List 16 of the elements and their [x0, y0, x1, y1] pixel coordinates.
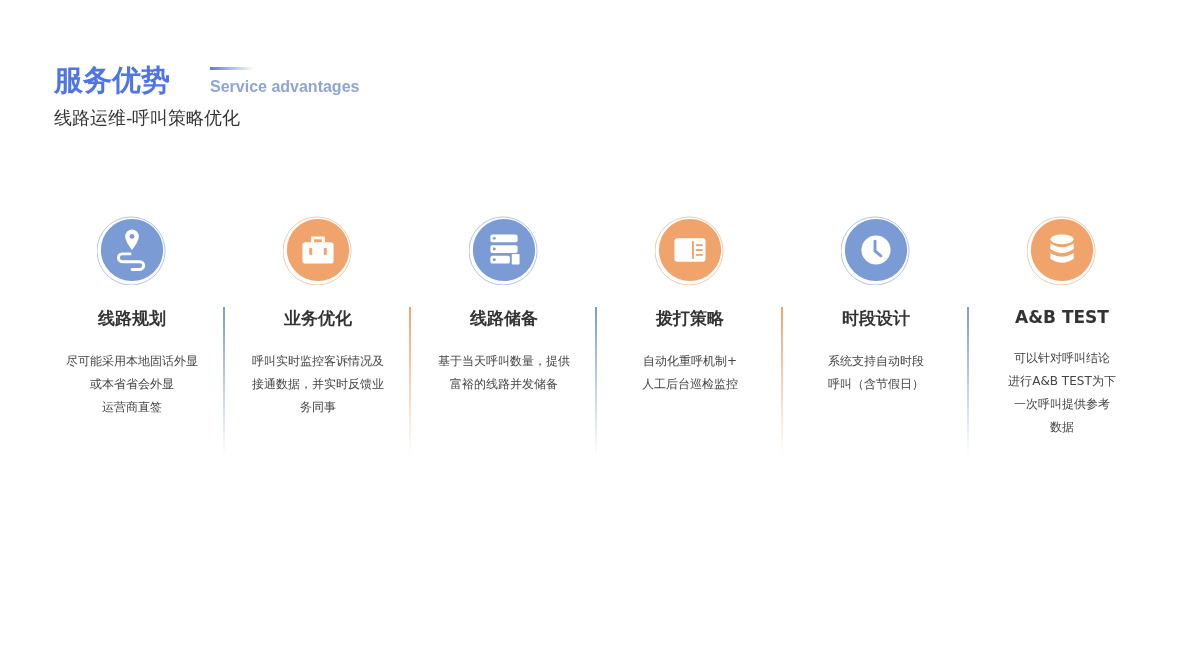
- feature-title: 拨打策略: [656, 307, 724, 330]
- feature-title: 线路储备: [470, 307, 538, 330]
- feature-description: 尽可能采用本地固话外显 或本省省会外显 运营商直签: [66, 353, 198, 416]
- feature-title: 业务优化: [284, 307, 352, 330]
- feature-title: 时段设计: [842, 307, 910, 330]
- english-subtitle: Service advantages: [210, 78, 360, 96]
- feature-description: 可以针对呼叫结论 进行A&B TEST为下 一次呼叫提供参考 数据: [1008, 350, 1116, 436]
- feature-title: 线路规划: [98, 307, 166, 330]
- section-subtitle: 线路运维-呼叫策略优化: [54, 106, 242, 130]
- accent-bar: [210, 67, 254, 70]
- feature-description: 呼叫实时监控客诉情况及 接通数据，并实时反馈业 务同事: [252, 353, 384, 416]
- feature-description: 系统支持自动时段 呼叫（含节假日）: [828, 353, 924, 393]
- feature-description: 自动化重呼机制+ 人工后台巡检监控: [642, 353, 738, 393]
- feature-description: 基于当天呼叫数量，提供 富裕的线路并发储备: [438, 353, 570, 393]
- feature-title: A&B TEST: [1015, 307, 1109, 327]
- section-title: 服务优势: [54, 62, 170, 98]
